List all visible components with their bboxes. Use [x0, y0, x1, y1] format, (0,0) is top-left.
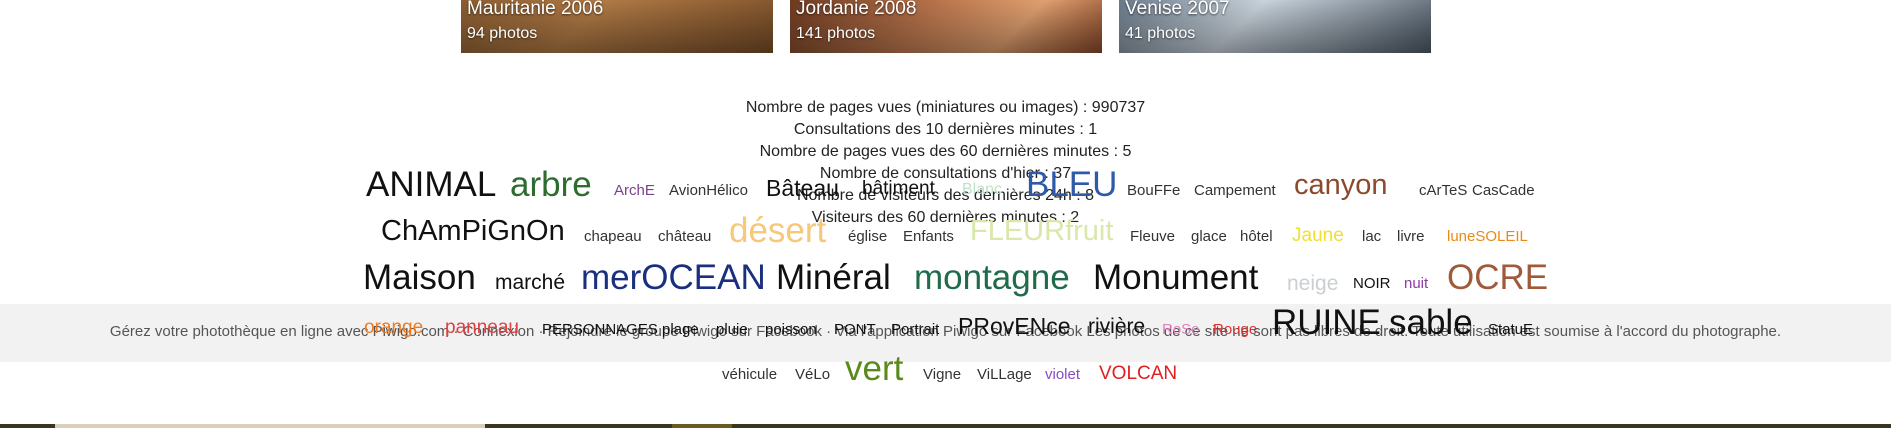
tag-link[interactable]: plage: [662, 322, 699, 337]
tag-link[interactable]: ViLLage: [977, 367, 1032, 382]
tag-link[interactable]: neige: [1287, 273, 1338, 294]
tag-link[interactable]: château: [658, 229, 711, 244]
tag-link[interactable]: violet: [1045, 367, 1080, 382]
tag-link[interactable]: Monument: [1093, 260, 1258, 295]
album-count: 41 photos: [1125, 25, 1196, 42]
tag-link[interactable]: poisson: [765, 322, 817, 337]
tag-link[interactable]: Vigne: [923, 367, 961, 382]
tag-link[interactable]: Rouge: [1213, 322, 1257, 337]
footer-text: Gérez votre photothèque en ligne avec Pi…: [109, 323, 1782, 340]
tag-link[interactable]: RUINE: [1272, 305, 1381, 340]
tag-link[interactable]: hôtel: [1240, 229, 1273, 244]
tag-link[interactable]: OCRE: [1447, 260, 1548, 295]
tag-link[interactable]: Campement: [1194, 183, 1276, 198]
tag-link[interactable]: véhicule: [722, 367, 777, 382]
tag-link[interactable]: NOIR: [1353, 276, 1391, 291]
album-title[interactable]: Mauritanie 2006: [467, 0, 603, 20]
album-count: 141 photos: [796, 25, 876, 42]
tag-link[interactable]: glace: [1191, 229, 1227, 244]
tag-link[interactable]: BLEU: [1026, 167, 1117, 202]
tag-link[interactable]: désert: [729, 213, 826, 248]
tag-link[interactable]: PRovENce: [958, 315, 1070, 338]
tag-link[interactable]: Enfants: [903, 229, 954, 244]
album-count: 94 photos: [467, 25, 538, 42]
tag-link[interactable]: BouFFe: [1127, 183, 1180, 198]
tag-link[interactable]: cArTeS: [1419, 183, 1467, 198]
album-title[interactable]: Jordanie 2008: [796, 0, 916, 20]
tag-link[interactable]: StatuE: [1488, 322, 1533, 337]
page: Mauritanie 2006 94 photos Jordanie 2008 …: [0, 0, 1891, 428]
album-card-mauritanie[interactable]: Mauritanie 2006 94 photos: [461, 0, 773, 53]
album-card-venise[interactable]: Venise 2007 41 photos: [1119, 0, 1431, 53]
tag-link[interactable]: Bâteau: [766, 177, 839, 200]
stat-visitors-60-min: Visiteurs des 60 dernières minutes : 2: [811, 209, 1080, 226]
tag-link[interactable]: luneSOLEIL: [1447, 229, 1528, 244]
tag-link[interactable]: VOLCAN: [1099, 364, 1177, 383]
tag-link[interactable]: pluie: [716, 322, 748, 337]
tag-link[interactable]: canyon: [1294, 171, 1388, 200]
tag-link[interactable]: ANIMAL: [366, 167, 496, 202]
tag-link[interactable]: marché: [495, 272, 565, 293]
tag-link[interactable]: PONT: [834, 322, 876, 337]
tag-link[interactable]: PERSONNAGES: [542, 322, 658, 337]
tag-link[interactable]: Minéral: [776, 260, 891, 295]
tag-link[interactable]: chapeau: [584, 229, 642, 244]
tag-link[interactable]: Jaune: [1292, 226, 1344, 245]
tag-link[interactable]: livre: [1397, 229, 1425, 244]
tag-link[interactable]: VéLo: [795, 367, 830, 382]
tag-link[interactable]: Portrait: [891, 322, 939, 337]
tag-link[interactable]: ChAmPiGnOn: [381, 217, 565, 246]
tag-link[interactable]: AvionHélico: [669, 183, 748, 198]
tag-link[interactable]: Maison: [363, 260, 476, 295]
tag-link[interactable]: ArchE: [614, 183, 655, 198]
bottom-strip-segment: [672, 424, 732, 428]
tag-link[interactable]: rivière: [1088, 316, 1145, 337]
site-statistics: Nombre de pages vues (miniatures ou imag…: [0, 97, 1891, 229]
tag-link[interactable]: FLEURfruit: [970, 217, 1113, 246]
tag-link[interactable]: orange: [364, 318, 423, 337]
tag-link[interactable]: nuit: [1404, 276, 1428, 291]
tag-link[interactable]: Blanc: [962, 182, 1002, 198]
tag-link[interactable]: arbre: [510, 167, 592, 202]
tag-link[interactable]: sable: [1389, 305, 1473, 340]
tag-link[interactable]: RoSe: [1162, 322, 1200, 337]
tag-link[interactable]: CasCade: [1472, 183, 1535, 198]
tag-link[interactable]: bâtiment: [862, 179, 935, 198]
stat-visitors-24h: Nombre de visiteurs des dernières 24h : …: [796, 187, 1095, 204]
bottom-strip-segment: [55, 424, 485, 428]
bottom-strip: [0, 424, 1891, 428]
stat-page-views: Nombre de pages vues (miniatures ou imag…: [745, 99, 1146, 116]
tag-link[interactable]: Fleuve: [1130, 229, 1175, 244]
tag-link[interactable]: merOCEAN: [581, 260, 766, 295]
tag-link[interactable]: lac: [1362, 229, 1381, 244]
tag-link[interactable]: panneau: [445, 318, 519, 337]
tag-link[interactable]: montagne: [914, 260, 1070, 295]
stat-last-10-min: Consultations des 10 dernières minutes :…: [793, 121, 1098, 138]
stat-views-60-min: Nombre de pages vues des 60 dernières mi…: [759, 143, 1132, 160]
tag-link[interactable]: vert: [845, 351, 903, 386]
album-title[interactable]: Venise 2007: [1125, 0, 1230, 20]
tag-link[interactable]: église: [848, 229, 887, 244]
album-card-jordanie[interactable]: Jordanie 2008 141 photos: [790, 0, 1102, 53]
stat-yesterday: Nombre de consultations d'hier : 37: [819, 165, 1072, 182]
